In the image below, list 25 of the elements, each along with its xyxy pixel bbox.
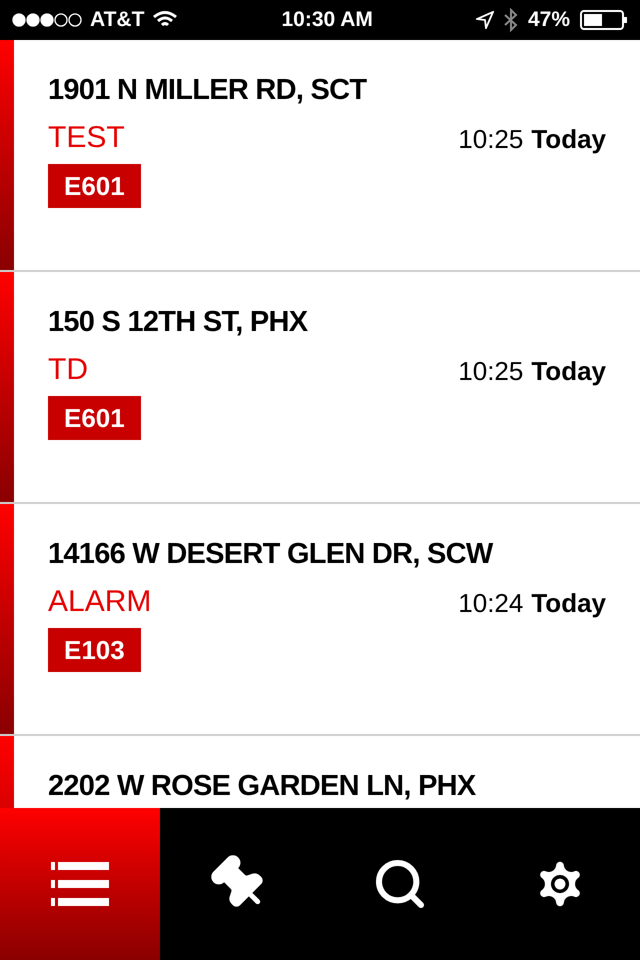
incident-time: 10:24 [458, 587, 524, 620]
unit-tag: E601 [48, 164, 141, 208]
incident-address: 150 S 12TH ST, PHX [48, 305, 309, 340]
incident-day: Today [531, 354, 606, 388]
clock-time: 10:30 AM [281, 7, 373, 34]
incident-day: Today [531, 586, 606, 620]
incident-time: 10:25 [458, 123, 524, 156]
battery-percent: 47% [528, 7, 570, 34]
incident-type: TD [48, 352, 88, 388]
unit-tag: E601 [48, 396, 141, 440]
incident-day: Today [531, 122, 606, 156]
unit-tag: E103 [48, 628, 141, 672]
incident-time: 10:25 [458, 355, 524, 388]
incident-address: 14166 W DESERT GLEN DR, SCW [48, 537, 494, 572]
bluetooth-icon [504, 8, 518, 32]
list-icon [51, 862, 109, 906]
carrier-name: AT&T [90, 7, 144, 34]
battery-icon [580, 10, 628, 30]
incident-address: 2202 W ROSE GARDEN LN, PHX [48, 769, 477, 804]
location-arrow-icon [476, 11, 494, 29]
incident-address: 1901 N MILLER RD, SCT [48, 73, 368, 108]
incident-type: TEST [48, 120, 125, 156]
tab-button[interactable] [0, 808, 160, 960]
signal-icon [12, 13, 82, 27]
incident-type: ALARM [48, 584, 152, 620]
